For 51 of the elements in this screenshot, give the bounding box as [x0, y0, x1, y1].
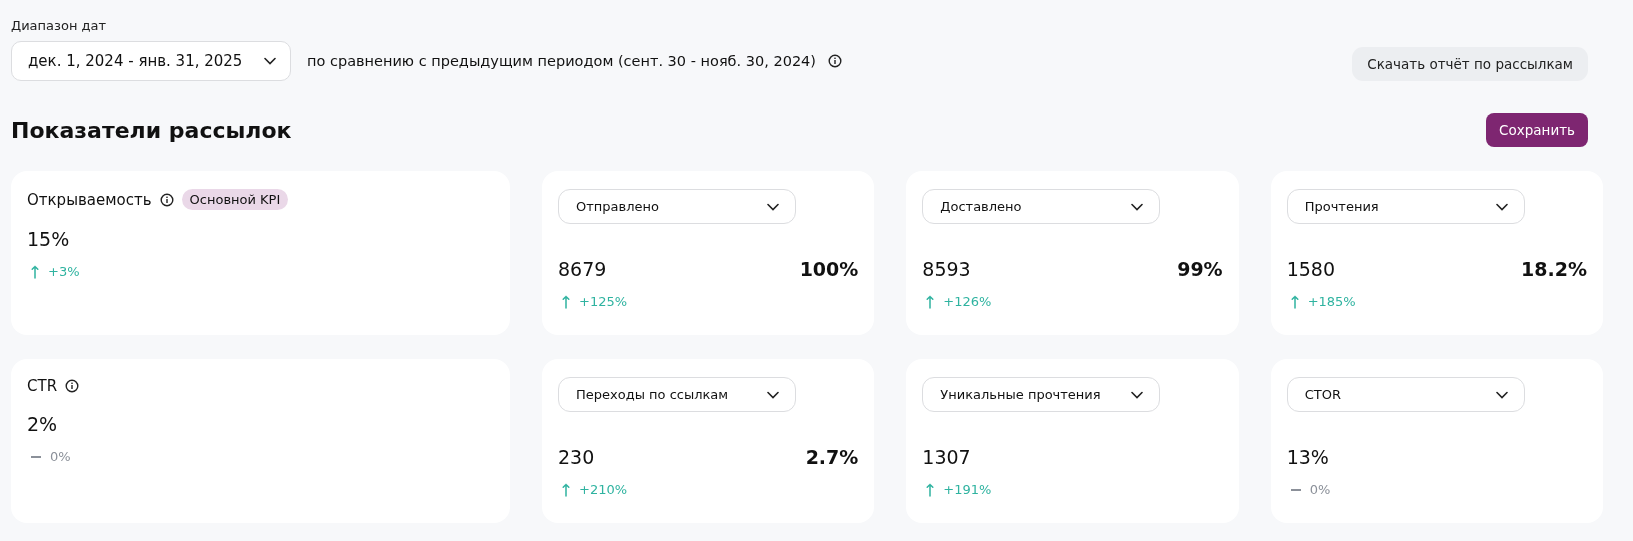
date-range-select[interactable]: дек. 1, 2024 - янв. 31, 2025 — [11, 41, 291, 81]
up-arrow-icon — [31, 264, 39, 279]
metric-share: 18.2% — [1521, 258, 1587, 280]
trend-value: +185% — [1307, 294, 1356, 309]
metric-value: 8679 — [558, 258, 607, 280]
chevron-down-icon — [1495, 390, 1508, 399]
metric-value: 2% — [27, 413, 59, 435]
metric-select[interactable]: Прочтения — [1286, 189, 1525, 224]
metric-value: 8593 — [922, 258, 971, 280]
info-icon[interactable] — [828, 54, 842, 68]
metric-select[interactable]: Доставлено — [922, 189, 1161, 224]
section-heading: Показатели рассылок — [11, 117, 292, 143]
chevron-down-icon — [264, 57, 276, 65]
up-arrow-icon — [926, 294, 935, 309]
trend-value: +125% — [579, 294, 628, 309]
chevron-down-icon — [1131, 202, 1144, 211]
metric-value: 1307 — [922, 446, 971, 468]
chevron-down-icon — [767, 202, 779, 211]
trend-value: +3% — [48, 264, 80, 279]
chevron-down-icon — [767, 390, 779, 399]
metric-share: 99% — [1177, 258, 1223, 280]
info-icon[interactable] — [159, 192, 174, 207]
metric-value: 13% — [1286, 446, 1329, 468]
up-arrow-icon — [562, 482, 570, 497]
comparison-text: по сравнению с предыдущим периодом (сент. 30 - нояб. 30, 2024) — [307, 53, 816, 69]
metric-select[interactable]: Отправлено — [558, 189, 796, 224]
trend-value: 0% — [1309, 482, 1331, 497]
chevron-down-icon — [1131, 390, 1144, 399]
metric-value: 15% — [27, 228, 71, 250]
date-range-label: Диапазон дат — [11, 18, 107, 33]
save-button[interactable]: Сохранить — [1486, 113, 1588, 147]
metric-value: 230 — [558, 446, 595, 468]
up-arrow-icon — [926, 482, 935, 497]
info-icon[interactable] — [65, 379, 80, 393]
metric-select[interactable]: Переходы по ссылкам — [558, 377, 796, 412]
metric-value: 1580 — [1286, 258, 1335, 280]
metric-select[interactable]: Уникальные прочтения — [922, 377, 1161, 412]
chevron-down-icon — [1495, 202, 1508, 211]
trend-value: +126% — [943, 294, 992, 309]
up-arrow-icon — [1290, 294, 1299, 309]
metric-share: 100% — [799, 258, 859, 280]
metric-share: 2.7% — [805, 446, 859, 468]
trend-value: +210% — [579, 482, 628, 497]
download-report-button[interactable]: Скачать отчёт по рассылкам — [1352, 47, 1588, 81]
trend-value: +191% — [943, 482, 992, 497]
metric-select[interactable]: CTOR — [1286, 377, 1525, 412]
metric-title: CTR — [27, 377, 58, 395]
metric-title: Открываемость — [27, 190, 152, 209]
kpi-badge: Основной KPI — [181, 189, 289, 210]
trend-value: 0% — [50, 449, 71, 464]
up-arrow-icon — [562, 294, 570, 309]
